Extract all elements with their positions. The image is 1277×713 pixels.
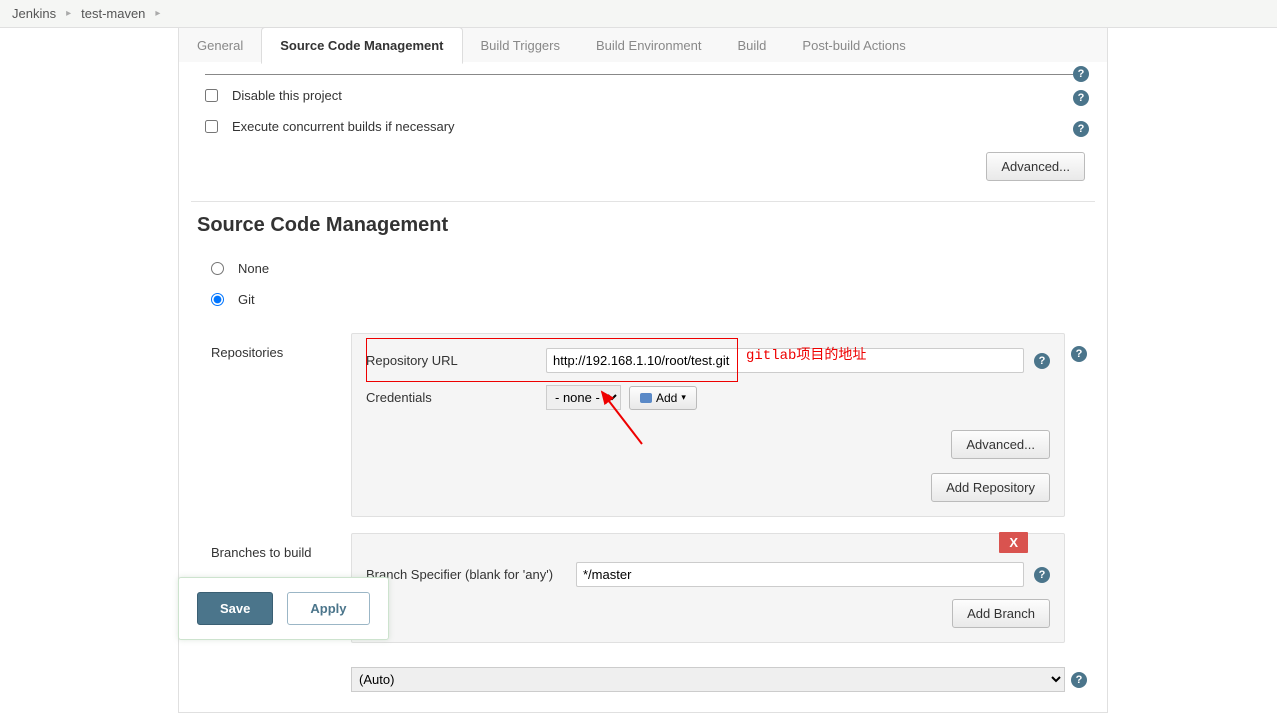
add-repository-button[interactable]: Add Repository [931, 473, 1050, 502]
chevron-right-icon: ▸ [155, 8, 160, 19]
help-icon[interactable]: ? [1071, 346, 1087, 362]
tab-build[interactable]: Build [720, 28, 785, 63]
scm-section-title: Source Code Management [197, 214, 1095, 237]
divider [191, 201, 1095, 202]
chevron-right-icon: ▸ [66, 8, 71, 19]
help-icon[interactable]: ? [1034, 353, 1050, 369]
scm-none-radio[interactable] [211, 262, 224, 275]
tab-post[interactable]: Post-build Actions [784, 28, 923, 63]
tab-bar: General Source Code Management Build Tri… [179, 28, 1107, 64]
key-icon [640, 393, 652, 403]
repositories-body: Repository URL ? Credentials - none - [351, 333, 1065, 517]
repo-browser-select[interactable]: (Auto) [351, 667, 1065, 692]
add-credentials-button[interactable]: Add ▾ [629, 386, 697, 410]
branch-spec-input[interactable] [576, 562, 1024, 587]
help-icon[interactable]: ? [1071, 672, 1087, 688]
disable-project-checkbox[interactable] [205, 89, 218, 102]
scm-git-label: Git [238, 292, 255, 307]
help-icon[interactable]: ? [1034, 567, 1050, 583]
scm-none-label: None [238, 261, 269, 276]
advanced-button[interactable]: Advanced... [986, 152, 1085, 181]
help-icon[interactable]: ? [1073, 121, 1089, 137]
tab-env[interactable]: Build Environment [578, 28, 720, 63]
concurrent-builds-label: Execute concurrent builds if necessary [232, 119, 455, 134]
add-label: Add [656, 391, 677, 405]
help-icon[interactable]: ? [1073, 90, 1089, 106]
tab-triggers[interactable]: Build Triggers [463, 28, 578, 63]
chevron-down-icon: ▾ [681, 392, 686, 403]
breadcrumb-jenkins[interactable]: Jenkins [12, 6, 56, 21]
branch-spec-label: Branch Specifier (blank for 'any') [366, 567, 576, 582]
save-button[interactable]: Save [197, 592, 273, 625]
apply-button[interactable]: Apply [287, 592, 369, 625]
tab-general[interactable]: General [179, 28, 261, 63]
help-icon[interactable]: ? [1073, 66, 1089, 82]
repositories-label: Repositories [191, 333, 351, 517]
repo-advanced-button[interactable]: Advanced... [951, 430, 1050, 459]
disable-project-label: Disable this project [232, 88, 342, 103]
credentials-select[interactable]: - none - [546, 385, 621, 410]
breadcrumb-project[interactable]: test-maven [81, 6, 145, 21]
scm-git-radio[interactable] [211, 293, 224, 306]
credentials-label: Credentials [366, 390, 546, 405]
action-bar: Save Apply [178, 577, 389, 640]
annotation-text: gitlab项目的地址 [746, 344, 866, 364]
repo-browser-label [191, 659, 351, 692]
repo-url-label: Repository URL [366, 353, 546, 368]
breadcrumb: Jenkins ▸ test-maven ▸ [0, 0, 1277, 28]
concurrent-builds-checkbox[interactable] [205, 120, 218, 133]
add-branch-button[interactable]: Add Branch [952, 599, 1050, 628]
tab-scm[interactable]: Source Code Management [261, 27, 462, 64]
delete-branch-button[interactable]: X [999, 532, 1028, 553]
branches-body: X Branch Specifier (blank for 'any') ? A… [351, 533, 1065, 643]
